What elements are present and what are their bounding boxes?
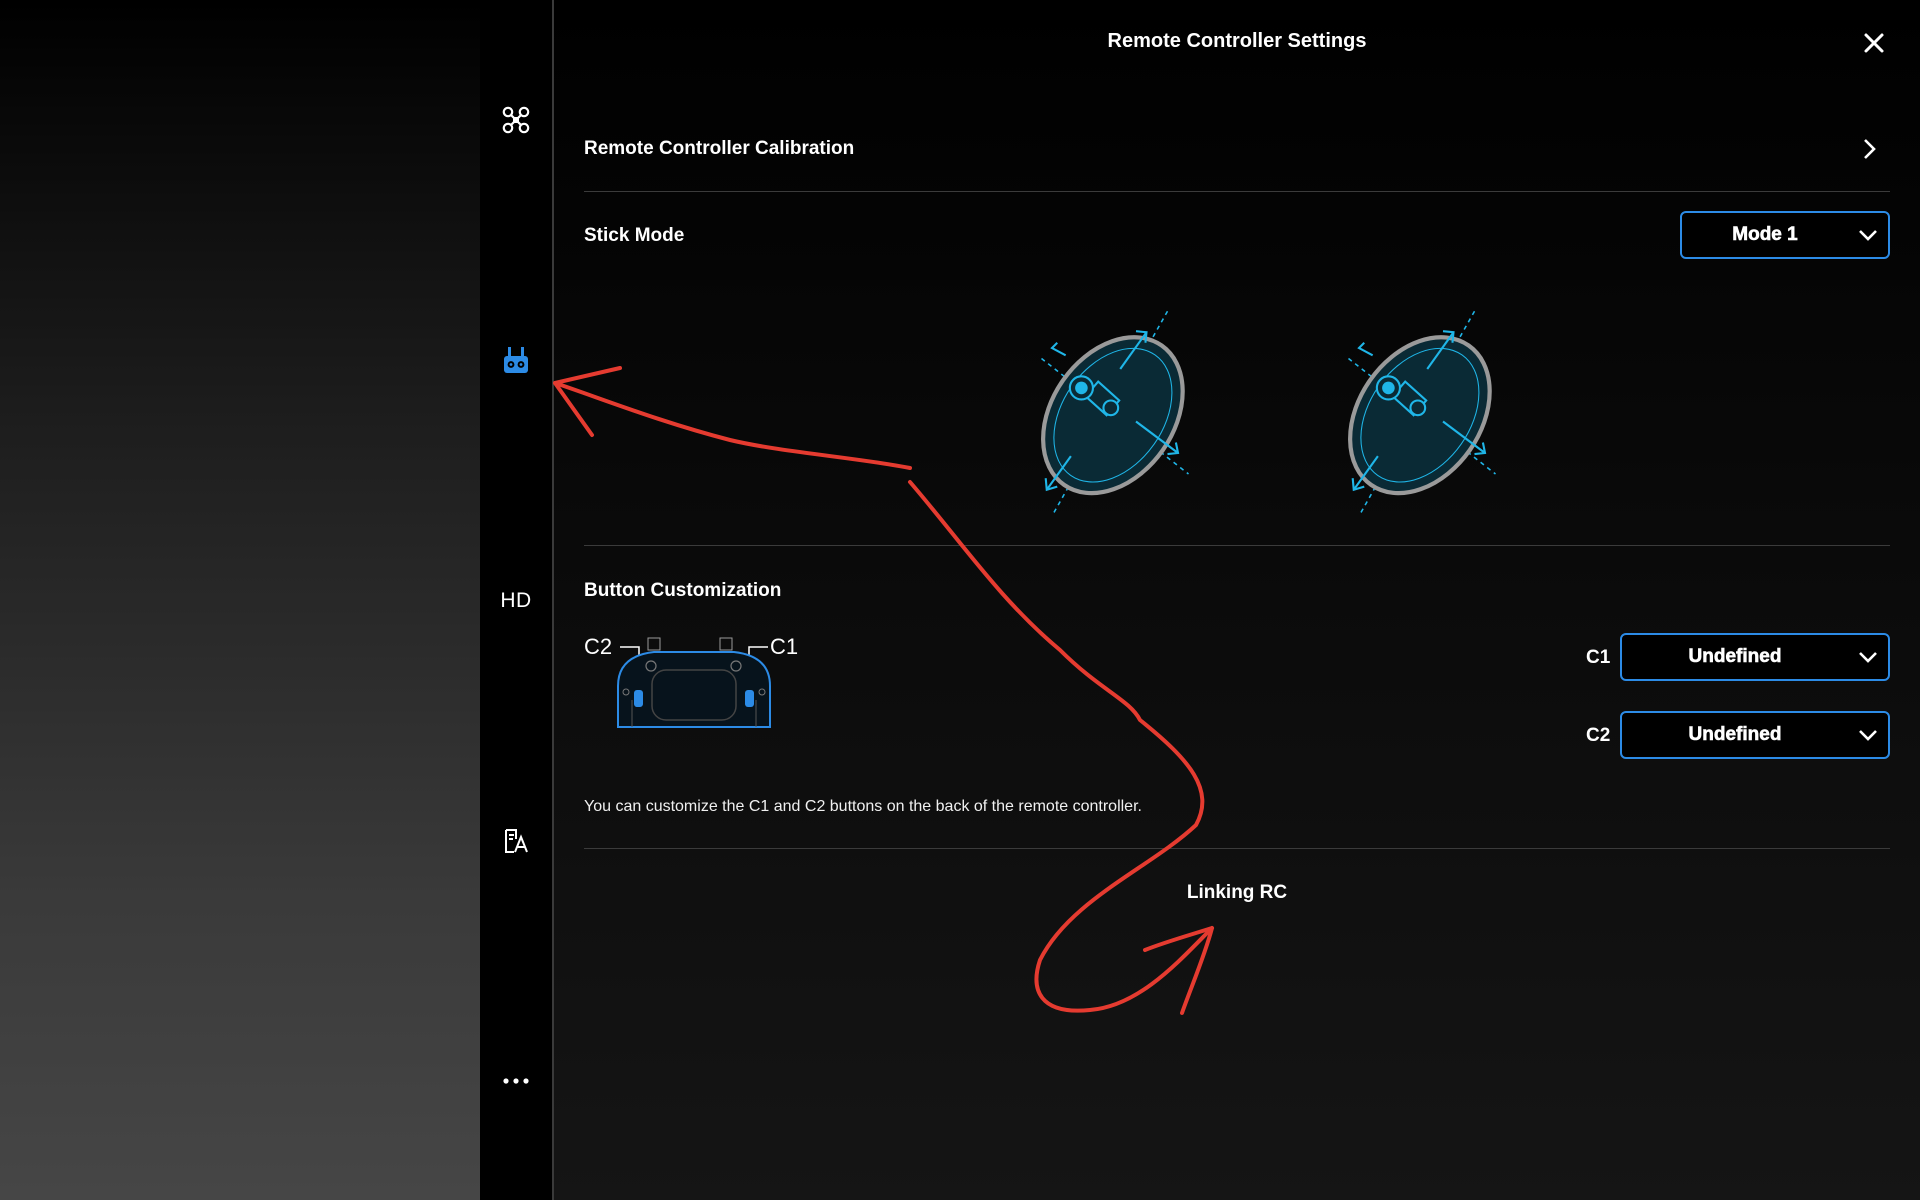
settings-nav-rail: HD <box>480 0 554 1200</box>
c1-label: C1 <box>1586 647 1611 668</box>
panel-title: Remote Controller Settings <box>1107 30 1367 52</box>
calibration-label[interactable]: Remote Controller Calibration <box>584 138 854 160</box>
nav-remote-controller[interactable] <box>480 331 552 391</box>
diagram-c1-label: C1 <box>770 634 798 659</box>
linking-rc-button[interactable]: Linking RC <box>554 882 1920 904</box>
left-stick-diagram <box>1041 310 1189 516</box>
background-area <box>0 0 480 1200</box>
nav-more[interactable] <box>480 1051 552 1111</box>
divider <box>584 545 1890 546</box>
divider <box>584 848 1890 849</box>
nav-hd[interactable]: HD <box>480 571 552 631</box>
drone-icon <box>502 106 530 134</box>
remote-controller-back-diagram: C2 C1 <box>584 634 798 728</box>
button-customization-hint: You can customize the C1 and C2 buttons … <box>584 798 1142 815</box>
stick-mode-value: Mode 1 <box>1732 224 1798 246</box>
nav-aircraft[interactable] <box>480 90 552 150</box>
calibration-open-button[interactable] <box>1854 133 1884 165</box>
close-icon <box>1864 33 1884 53</box>
stick-mode-label: Stick Mode <box>584 225 685 246</box>
chevron-down-icon <box>1848 213 1888 257</box>
button-customization-label: Button Customization <box>584 580 782 601</box>
c2-label: C2 <box>1586 725 1611 746</box>
close-button[interactable] <box>1859 28 1889 58</box>
c2-dropdown[interactable]: Undefined <box>1620 711 1890 759</box>
c1-value: Undefined <box>1688 646 1782 668</box>
chevron-down-icon <box>1848 713 1888 757</box>
nav-hd-label: HD <box>500 589 532 612</box>
diagram-c2-label: C2 <box>584 634 612 659</box>
divider <box>584 191 1890 192</box>
remote-controller-icon <box>504 347 528 373</box>
right-stick-diagram <box>1348 310 1496 516</box>
nav-general[interactable] <box>480 811 552 871</box>
chevron-right-icon <box>1864 139 1876 159</box>
language-icon <box>505 829 528 853</box>
settings-panel: Remote Controller Settings Remote Contro… <box>554 0 1920 1200</box>
chevron-down-icon <box>1848 635 1888 679</box>
stick-mode-dropdown[interactable]: Mode 1 <box>1680 211 1890 259</box>
more-dots-icon <box>503 1078 529 1084</box>
c2-value: Undefined <box>1688 724 1782 746</box>
c1-dropdown[interactable]: Undefined <box>1620 633 1890 681</box>
